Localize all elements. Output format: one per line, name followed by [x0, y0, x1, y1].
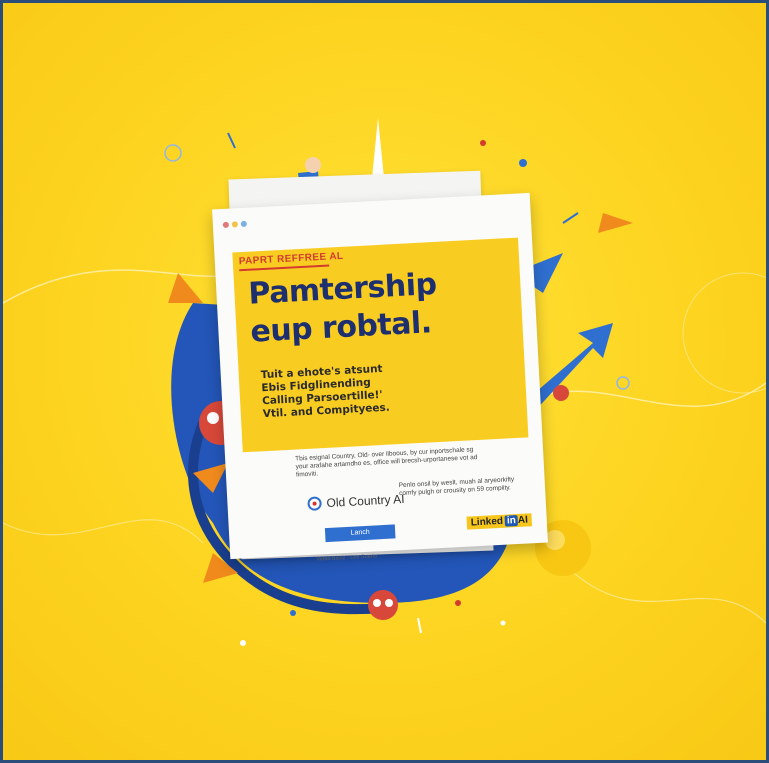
- poster-canvas: PAPRT REFFREE AL Pamtership eup robtal. …: [3, 3, 766, 760]
- poster-headline: Pamtership eup robtal.: [248, 262, 512, 352]
- linkedin-in-icon: in: [504, 514, 519, 527]
- brand-name: Old Country AI: [326, 491, 405, 510]
- body-text-left: Tbis esignal Country, Old- over ilboous,…: [295, 446, 478, 479]
- linkedin-suffix: AI: [517, 514, 529, 526]
- launch-button[interactable]: Lanch: [324, 524, 396, 543]
- hero-panel: PAPRT REFFREE AL Pamtership eup robtal. …: [232, 237, 529, 453]
- window-dots: [222, 214, 250, 233]
- brand-logo-icon: [307, 496, 322, 511]
- body-text-right: Penlo onsil by weslt, muah al aryeorkift…: [398, 476, 515, 498]
- poster-subhead: Tuit a ehote's atsunt Ebis Fidglinending…: [260, 359, 462, 421]
- poster-sheet: PAPRT REFFREE AL Pamtership eup robtal. …: [212, 192, 548, 563]
- linkedin-label: Linked: [470, 515, 504, 529]
- linkedin-badge: Linked inAI: [466, 513, 533, 530]
- brand-lockup: Old Country AI: [307, 492, 405, 511]
